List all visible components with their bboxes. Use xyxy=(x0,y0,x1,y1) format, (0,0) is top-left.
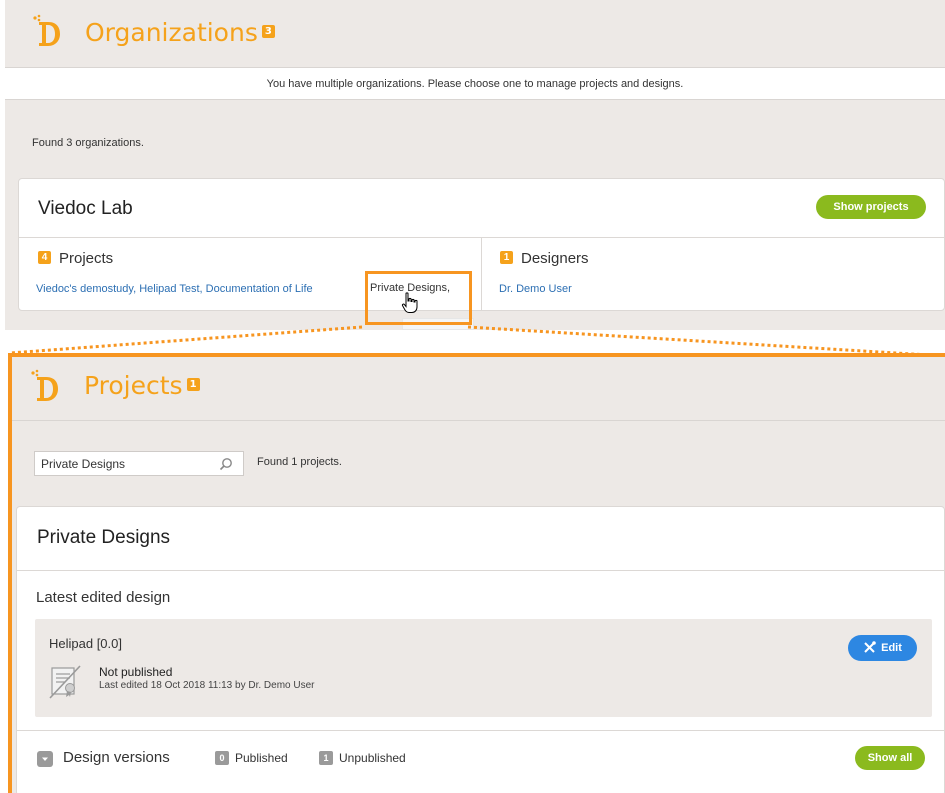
expand-versions-button[interactable] xyxy=(37,751,53,767)
card-column-divider xyxy=(481,237,482,311)
projects-count-badge: 1 xyxy=(186,377,200,391)
zoom-line-left xyxy=(9,325,363,355)
organizations-header: Organizations 3 xyxy=(5,0,945,68)
edit-button-label: Edit xyxy=(881,642,902,654)
published-label: Published xyxy=(235,751,288,765)
page-title: Projects 1 xyxy=(84,371,200,400)
published-count-badge: 0 xyxy=(215,750,229,765)
search-input[interactable] xyxy=(35,452,205,475)
unpublished-label: Unpublished xyxy=(339,751,406,765)
card-divider xyxy=(17,570,944,571)
unpublished-certificate-icon xyxy=(49,665,81,699)
page-title: Organizations 3 xyxy=(85,18,275,47)
zoom-line-right xyxy=(467,325,945,358)
published-count: 0 Published xyxy=(215,750,288,766)
project-name: Private Designs xyxy=(37,527,171,548)
edit-tools-icon xyxy=(864,640,876,653)
latest-design-panel: Helipad [0.0] Not published Last edited … xyxy=(35,619,932,717)
projects-heading-text: Projects xyxy=(59,250,114,267)
organization-card: Viedoc Lab Show projects 4 Projects Viedo… xyxy=(18,178,945,311)
viedoc-logo-icon xyxy=(32,14,62,56)
project-search-box xyxy=(34,451,244,476)
design-versions-row: Design versions 0 Published 1 Unpublished … xyxy=(17,731,944,785)
project-card: Private Designs Latest edited design Hel… xyxy=(16,506,945,793)
designers-heading: 1 Designers xyxy=(500,250,589,267)
info-message: You have multiple organizations. Please … xyxy=(5,68,945,100)
projects-heading: 4 Projects xyxy=(38,250,113,267)
design-last-edited: Last edited 18 Oct 2018 11:13 by Dr. Dem… xyxy=(99,680,315,691)
designer-link[interactable]: Dr. Demo User xyxy=(499,283,572,295)
found-projects-text: Found 1 projects. xyxy=(257,456,342,468)
page-title-text: Projects xyxy=(84,371,183,400)
viedoc-logo-icon xyxy=(30,369,60,407)
show-projects-button[interactable]: Show projects xyxy=(816,195,926,219)
edit-button[interactable]: Edit xyxy=(848,635,917,661)
project-links[interactable]: Viedoc's demostudy, Helipad Test, Docume… xyxy=(36,283,313,295)
organization-name: Viedoc Lab xyxy=(38,198,133,219)
designers-count-badge: 1 xyxy=(500,250,513,264)
search-icon[interactable] xyxy=(219,457,233,471)
found-organizations-text: Found 3 organizations. xyxy=(32,137,144,149)
designers-heading-text: Designers xyxy=(521,250,589,267)
design-versions-label: Design versions xyxy=(63,749,170,766)
projects-count-badge: 4 xyxy=(38,250,51,264)
viedoc-logo-icon xyxy=(33,14,60,46)
show-all-button[interactable]: Show all xyxy=(855,746,925,770)
chevron-down-icon xyxy=(42,757,48,761)
organizations-screenshot: Organizations 3 You have multiple organiz… xyxy=(5,0,945,330)
design-status: Not published xyxy=(99,665,173,679)
organizations-count-badge: 3 xyxy=(261,24,275,38)
viedoc-logo-icon xyxy=(31,369,58,401)
projects-header: Projects 1 xyxy=(12,357,945,421)
page-title-text: Organizations xyxy=(85,18,258,47)
latest-design-label: Latest edited design xyxy=(36,589,171,606)
projects-screenshot: Projects1 Found 1 projects. Private Desi… xyxy=(8,353,945,793)
unpublished-count-badge: 1 xyxy=(319,750,333,765)
hand-cursor-icon xyxy=(401,292,418,313)
unpublished-count: 1 Unpublished xyxy=(319,750,406,766)
design-name: Helipad [0.0] xyxy=(49,636,122,651)
